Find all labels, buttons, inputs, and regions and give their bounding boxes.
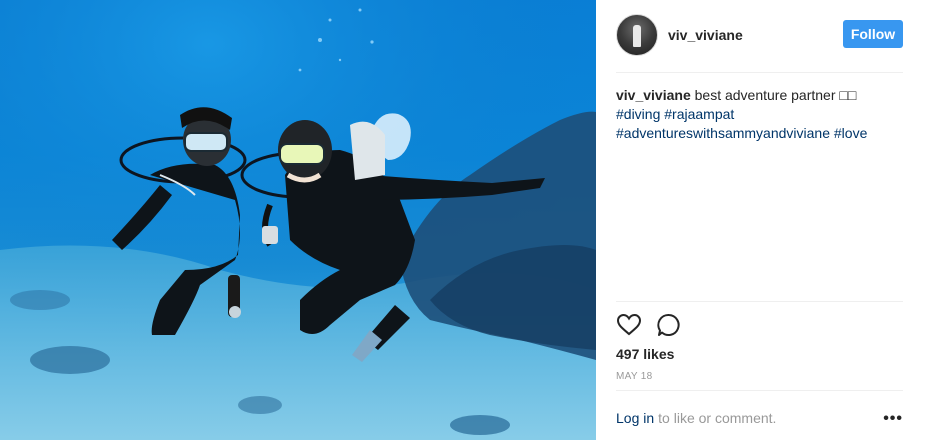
action-bar <box>616 312 682 338</box>
hashtag-rajaampat[interactable]: #rajaampat <box>664 106 734 122</box>
hashtag-diving[interactable]: #diving <box>616 106 660 122</box>
avatar[interactable] <box>616 14 658 56</box>
login-row: Log in to like or comment. ••• <box>616 410 903 428</box>
avatar-figure <box>633 25 641 47</box>
more-options-icon[interactable]: ••• <box>883 410 903 428</box>
post-header: viv_viviane Follow <box>616 14 903 56</box>
divider <box>616 390 903 391</box>
caption: viv_viviane best adventure partner □□ #d… <box>616 86 903 143</box>
heart-icon[interactable] <box>616 312 642 338</box>
post-photo[interactable] <box>0 0 596 440</box>
login-text: to like or comment. <box>658 410 777 426</box>
instagram-post: viv_viviane Follow viv_viviane best adve… <box>0 0 925 440</box>
login-link[interactable]: Log in <box>616 410 654 426</box>
likes-count[interactable]: 497 likes <box>616 346 674 362</box>
post-date: MAY 18 <box>616 371 653 382</box>
hashtag-love[interactable]: #love <box>834 125 867 141</box>
header-username[interactable]: viv_viviane <box>668 27 743 43</box>
caption-text: best adventure partner □□ <box>694 87 857 103</box>
divider <box>616 72 903 73</box>
caption-username[interactable]: viv_viviane <box>616 87 691 103</box>
follow-button[interactable]: Follow <box>843 20 903 48</box>
post-sidebar: viv_viviane Follow viv_viviane best adve… <box>596 0 925 440</box>
divider <box>616 301 903 302</box>
underwater-scene <box>0 0 596 440</box>
comment-icon[interactable] <box>656 312 682 338</box>
hashtag-adventures[interactable]: #adventureswithsammyandviviane <box>616 125 830 141</box>
